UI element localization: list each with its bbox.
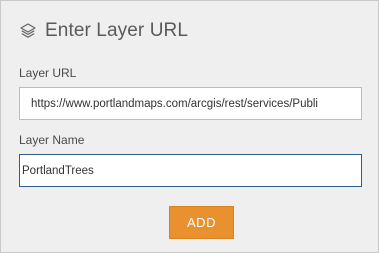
layer-name-input[interactable] bbox=[19, 154, 362, 187]
layer-name-label: Layer Name bbox=[19, 133, 85, 147]
layers-icon bbox=[19, 22, 37, 40]
layer-url-input[interactable] bbox=[19, 87, 362, 120]
add-button[interactable]: ADD bbox=[169, 206, 234, 239]
page-title: Enter Layer URL bbox=[45, 20, 189, 41]
layer-url-label: Layer URL bbox=[19, 66, 77, 80]
enter-layer-url-panel: Enter Layer URL Layer URL Layer Name ADD bbox=[0, 0, 379, 253]
panel-header: Enter Layer URL bbox=[19, 17, 188, 45]
